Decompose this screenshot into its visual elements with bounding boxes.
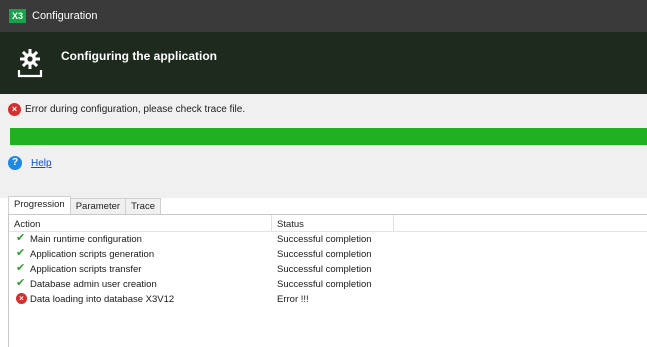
table-row[interactable]: ✔ Application scripts transfer Successfu… (9, 262, 647, 277)
row-action: Main runtime configuration (30, 234, 142, 245)
check-icon: ✔ (16, 277, 26, 289)
row-action: Database admin user creation (30, 279, 157, 290)
tab-trace[interactable]: Trace (125, 198, 161, 214)
error-message: Error during configuration, please check… (25, 104, 246, 115)
row-status: Error !!! (277, 294, 309, 305)
action-list: Action Status ✔ Main runtime configurati… (8, 214, 647, 347)
row-status: Successful completion (277, 249, 372, 260)
page-title: Configuring the application (61, 49, 217, 63)
table-row[interactable]: × Data loading into database X3V12 Error… (9, 292, 647, 307)
check-icon: ✔ (16, 232, 26, 244)
error-message-row: × Error during configuration, please che… (8, 103, 245, 116)
help-row: ? Help (8, 156, 52, 170)
table-row[interactable]: ✔ Main runtime configuration Successful … (9, 232, 647, 247)
check-icon: ✔ (16, 262, 26, 274)
progress-bar (10, 128, 647, 145)
status-panel: × Error during configuration, please che… (0, 94, 647, 198)
table-row[interactable]: ✔ Application scripts generation Success… (9, 247, 647, 262)
row-status: Successful completion (277, 264, 372, 275)
column-divider[interactable] (393, 215, 394, 231)
window-title: Configuration (32, 10, 98, 22)
header-banner: Configuring the application (0, 32, 647, 94)
help-link[interactable]: Help (31, 158, 52, 169)
check-icon: ✔ (16, 247, 26, 259)
row-status: Successful completion (277, 279, 372, 290)
tab-parameter[interactable]: Parameter (69, 198, 127, 214)
table-row[interactable]: ✔ Database admin user creation Successfu… (9, 277, 647, 292)
row-status: Successful completion (277, 234, 372, 245)
tab-strip: Progression Parameter Trace (8, 196, 161, 214)
help-icon[interactable]: ? (8, 156, 22, 170)
list-header: Action Status (9, 215, 647, 232)
column-header-status[interactable]: Status (277, 219, 304, 230)
tab-progression[interactable]: Progression (8, 196, 71, 214)
row-action: Data loading into database X3V12 (30, 294, 175, 305)
column-divider[interactable] (271, 215, 272, 231)
app-logo-icon: X3 (9, 9, 26, 23)
error-icon: × (8, 103, 21, 116)
gear-icon (16, 48, 44, 78)
row-action: Application scripts transfer (30, 264, 142, 275)
title-bar: X3 Configuration (0, 0, 647, 32)
row-action: Application scripts generation (30, 249, 155, 260)
error-icon: × (16, 293, 27, 304)
column-header-action[interactable]: Action (14, 219, 40, 230)
